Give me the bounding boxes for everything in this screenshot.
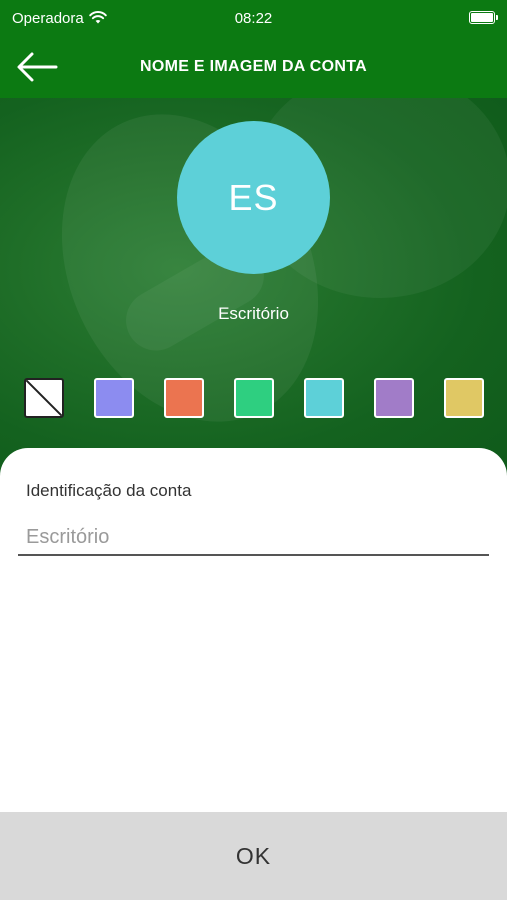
page-title: NOME E IMAGEM DA CONTA	[139, 58, 368, 75]
nav-bar: NOME E IMAGEM DA CONTA	[0, 36, 507, 98]
avatar-initials: ES	[228, 176, 279, 218]
color-swatch-none[interactable]	[24, 378, 64, 418]
form-card: Identificação da conta	[0, 448, 507, 812]
account-name: Escritório	[218, 304, 289, 323]
no-color-icon	[26, 380, 62, 416]
color-swatch-yellow[interactable]	[444, 378, 484, 418]
color-swatch-lavender[interactable]	[94, 378, 134, 418]
status-time: 08:22	[234, 10, 273, 27]
battery-icon	[469, 11, 498, 24]
avatar[interactable]: ES	[177, 121, 330, 274]
color-swatch-green[interactable]	[234, 378, 274, 418]
account-name-input[interactable]	[18, 520, 489, 556]
status-bar: Operadora 08:22	[0, 0, 507, 36]
color-swatch-orange[interactable]	[164, 378, 204, 418]
color-swatch-cyan[interactable]	[304, 378, 344, 418]
color-swatch-purple[interactable]	[374, 378, 414, 418]
field-label: Identificação da conta	[26, 481, 192, 500]
ok-button[interactable]: OK	[0, 812, 507, 900]
